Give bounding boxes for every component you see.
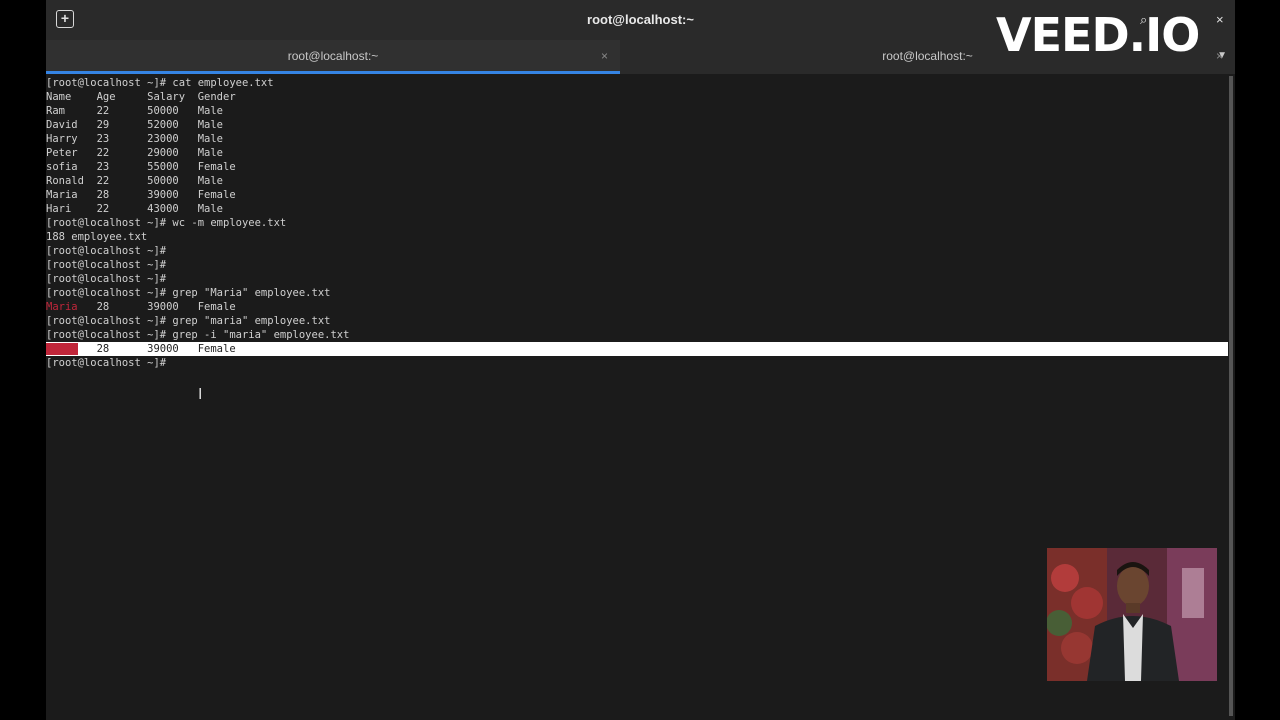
terminal-line: Ronald 22 50000 Male bbox=[46, 174, 223, 188]
scrollbar[interactable] bbox=[1229, 76, 1233, 716]
terminal-line: Peter 22 29000 Male bbox=[46, 146, 223, 160]
text-cursor-icon: I bbox=[198, 386, 203, 403]
terminal-line: Ram 22 50000 Male bbox=[46, 104, 223, 118]
terminal-line: [root@localhost ~]# grep "Maria" employe… bbox=[46, 286, 330, 300]
terminal-line: Hari 22 43000 Male bbox=[46, 202, 223, 216]
terminal-line-text: [root@localhost ~]# wc -m employee.txt bbox=[46, 217, 287, 229]
terminal-line-selected: Maria 28 39000 Female bbox=[46, 342, 1228, 356]
terminal-line-text: Peter 22 29000 Male bbox=[46, 147, 224, 159]
tab-1[interactable]: root@localhost:~ × bbox=[46, 40, 620, 74]
terminal-line-text: [root@localhost ~]# grep -i "maria" empl… bbox=[46, 329, 350, 341]
terminal-line-text: Harry 23 23000 Male bbox=[46, 133, 224, 145]
terminal-line-text: [root@localhost ~]# grep "Maria" employe… bbox=[46, 287, 331, 299]
terminal-line: 188 employee.txt bbox=[46, 230, 147, 244]
terminal-line-text: Maria 28 39000 Female bbox=[46, 189, 236, 201]
terminal-line-text: Ronald 22 50000 Male bbox=[46, 175, 224, 187]
terminal-line: [root@localhost ~]# wc -m employee.txt bbox=[46, 216, 286, 230]
terminal-line: [root@localhost ~]# bbox=[46, 244, 166, 258]
tab-menu-chevron-icon[interactable]: ▼ bbox=[1217, 50, 1227, 61]
tab-label: root@localhost:~ bbox=[287, 49, 379, 63]
terminal-line-text: 28 39000 Female bbox=[77, 343, 236, 355]
terminal-line-text: 28 39000 Female bbox=[77, 301, 236, 313]
terminal-line: [root@localhost ~]# grep -i "maria" empl… bbox=[46, 328, 349, 342]
grep-match-text: Maria bbox=[46, 301, 78, 313]
terminal-line: sofia 23 55000 Female bbox=[46, 160, 236, 174]
terminal-line-text: 188 employee.txt bbox=[46, 231, 148, 243]
terminal-line: Maria 28 39000 Female bbox=[46, 188, 236, 202]
terminal-line: [root@localhost ~]# grep "maria" employe… bbox=[46, 314, 330, 328]
grep-match-text: Maria bbox=[46, 343, 78, 355]
veed-watermark-logo: VEED.IO bbox=[996, 8, 1200, 62]
webcam-overlay bbox=[1047, 548, 1217, 681]
terminal-line-text: Name Age Salary Gender bbox=[46, 91, 236, 103]
terminal-line-text: [root@localhost ~]# cat employee.txt bbox=[46, 77, 274, 89]
terminal-line: Harry 23 23000 Male bbox=[46, 132, 223, 146]
terminal-line: [root@localhost ~]# bbox=[46, 272, 166, 286]
terminal-line-text: [root@localhost ~]# grep "maria" employe… bbox=[46, 315, 331, 327]
terminal-line: [root@localhost ~]# bbox=[46, 258, 166, 272]
terminal-line-text: [root@localhost ~]# bbox=[46, 259, 167, 271]
close-window-icon[interactable]: × bbox=[1216, 12, 1224, 27]
terminal-line-text: Hari 22 43000 Male bbox=[46, 203, 224, 215]
close-tab-icon[interactable]: × bbox=[601, 49, 608, 63]
terminal-line-text: David 29 52000 Male bbox=[46, 119, 224, 131]
terminal-line-text: sofia 23 55000 Female bbox=[46, 161, 236, 173]
presenter-video-image bbox=[1047, 548, 1217, 681]
terminal-line: Name Age Salary Gender bbox=[46, 90, 236, 104]
terminal-line: Maria 28 39000 Female bbox=[46, 300, 236, 314]
terminal-line-text: Ram 22 50000 Male bbox=[46, 105, 224, 117]
terminal-line-text: [root@localhost ~]# bbox=[46, 273, 167, 285]
terminal-line: David 29 52000 Male bbox=[46, 118, 223, 132]
terminal-line-text: [root@localhost ~]# bbox=[46, 357, 167, 369]
terminal-line-text: [root@localhost ~]# bbox=[46, 245, 167, 257]
terminal-line: [root@localhost ~]# cat employee.txt bbox=[46, 76, 274, 90]
terminal-line: [root@localhost ~]# bbox=[46, 356, 166, 370]
